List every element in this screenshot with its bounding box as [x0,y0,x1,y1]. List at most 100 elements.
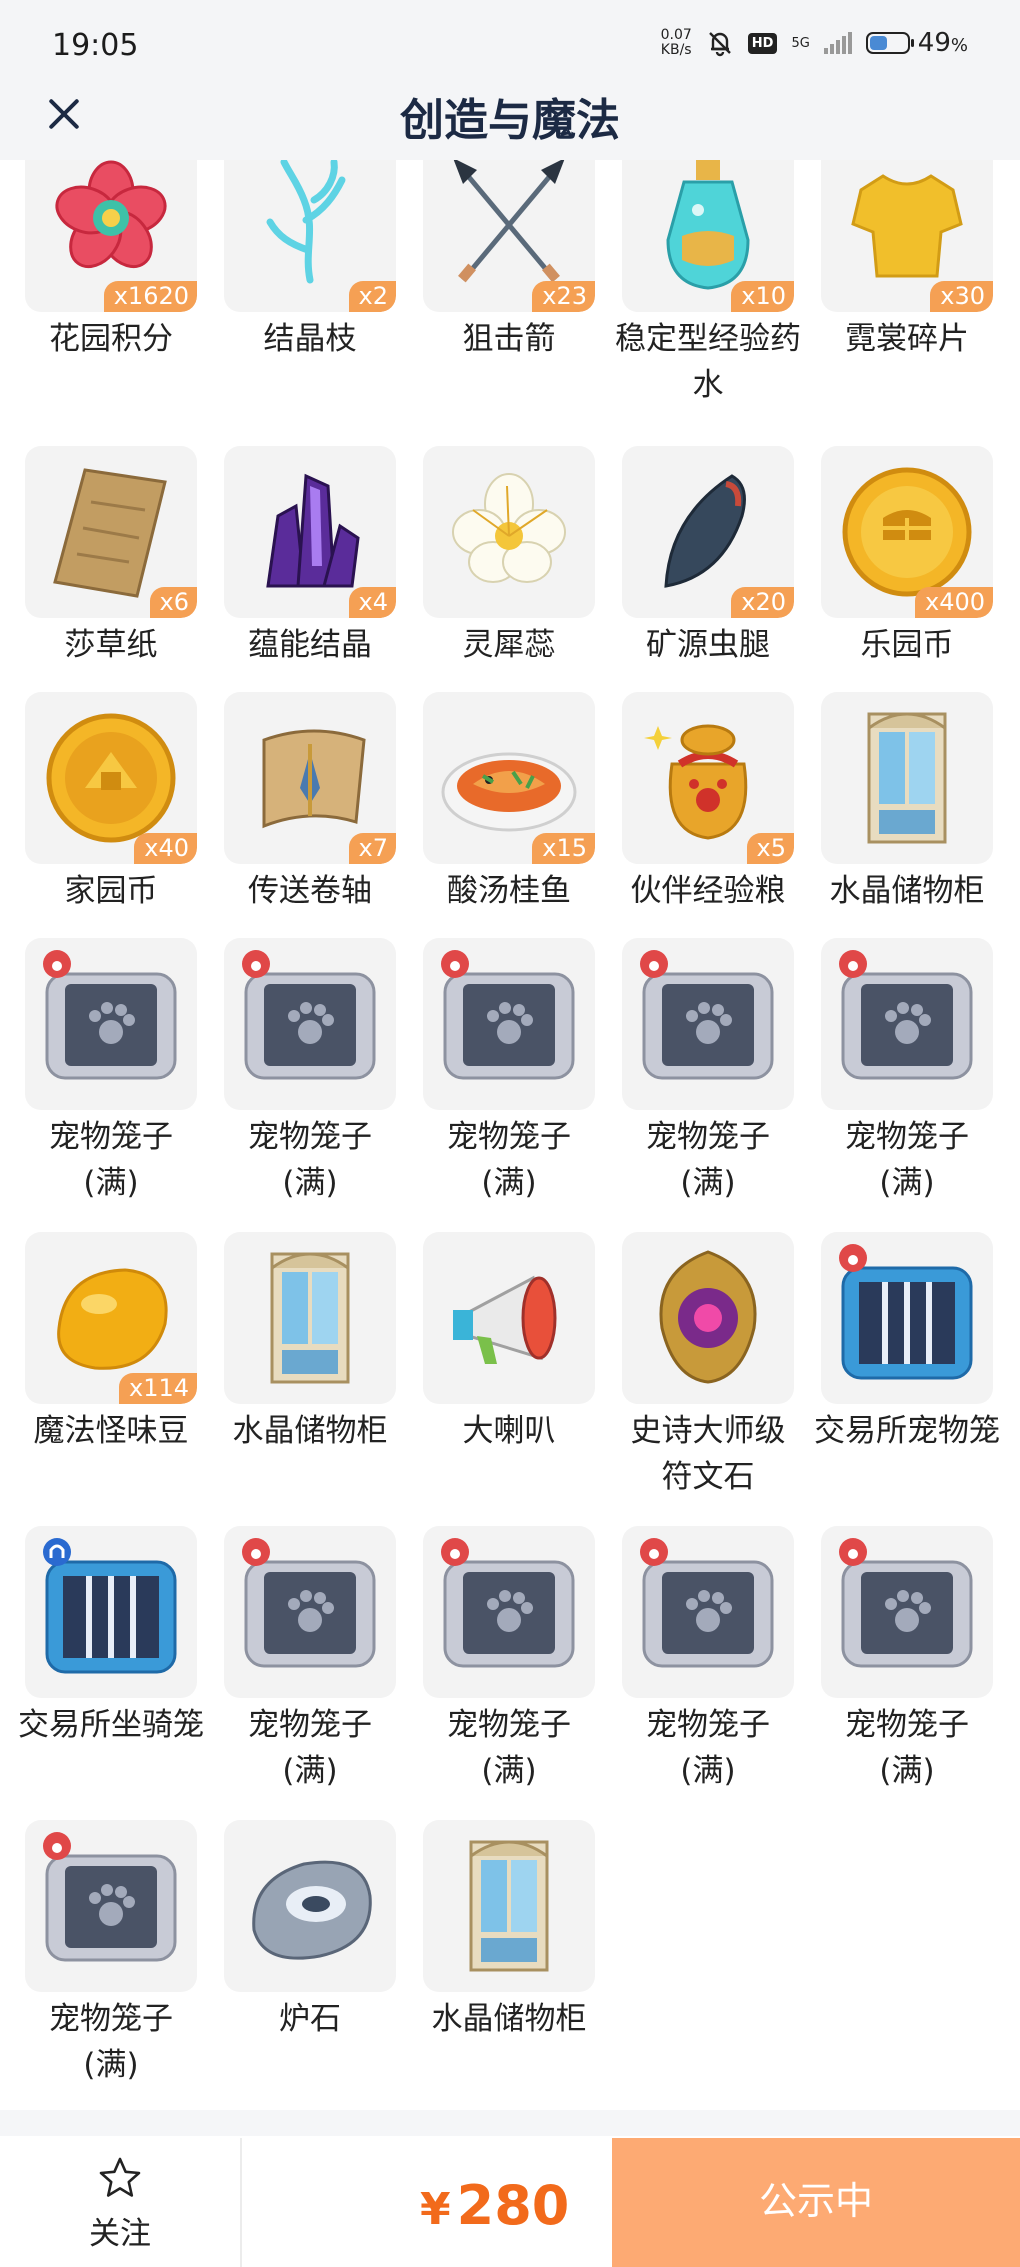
item-label: 宠物笼子 (满) [49,2001,173,2083]
item-thumbnail [622,1526,794,1698]
follow-button[interactable]: 关注 [0,2138,242,2267]
status-bar: 19:05 0.07 KB/s HD 5G 49% [0,0,1020,92]
item-label: 灵犀蕊 [462,627,556,663]
pet-cage-icon [839,1538,973,1668]
item-thumbnail [224,1526,396,1698]
item-thumbnail [25,1526,197,1698]
network-speed: 0.07 KB/s [661,28,692,58]
hd-badge: HD [747,32,778,54]
item-thumbnail: x15 [423,692,595,864]
item-quantity-badge: x30 [930,281,993,312]
item-label: 家园币 [64,873,158,909]
crystal-cabinet-icon [867,712,947,844]
price-value: 280 [456,2174,570,2237]
item-label: 宠物笼子 (满) [845,1707,969,1789]
price: ¥280 [420,2174,569,2237]
pet-cage-icon [43,1832,177,1962]
pet-cage-icon [242,950,376,1080]
item-thumbnail [423,446,595,618]
item-quantity-badge: x20 [731,587,794,618]
item-label: 结晶枝 [263,321,357,357]
hearthstone-icon [252,1860,372,1960]
item-thumbnail: x40 [25,692,197,864]
pet-cage-icon [441,950,575,1080]
item-thumbnail [423,1820,595,1992]
battery-unit: % [950,35,968,56]
item-label: 乐园币 [860,627,954,663]
item-label: 宠物笼子 (满) [447,1119,571,1201]
battery-indicator: 49% [865,28,968,58]
item-thumbnail: x400 [821,446,993,618]
item-quantity-badge: x1620 [103,281,197,312]
pet-cage-icon [640,950,774,1080]
battery-level-fill [869,36,888,50]
page-title: 创造与魔法 [400,95,620,146]
item-label: 宠物笼子 (满) [248,1707,372,1789]
megaphone-icon [453,1275,557,1364]
item-quantity-badge: x2 [348,281,396,312]
item-label: 水晶储物柜 [232,1413,388,1449]
signal-icon [823,32,852,54]
battery-icon [865,32,914,54]
pet-cage-icon [242,1538,376,1668]
item-thumbnail: x30 [821,140,993,312]
item-label: 宠物笼子 (满) [646,1707,770,1789]
item-thumbnail [821,1526,993,1698]
status-indicators: 0.07 KB/s HD 5G 49% [661,28,968,59]
item-quantity-badge: x23 [532,281,595,312]
item-label: 稳定型经验药 水 [615,321,801,403]
item-label: 宠物笼子 (满) [49,1119,173,1201]
price-symbol: ¥ [420,2184,451,2235]
item-label: 伙伴经验粮 [630,873,786,909]
item-thumbnail [423,938,595,1110]
item-label: 酸汤桂鱼 [447,873,571,909]
item-label: 霓裳碎片 [845,321,969,357]
item-thumbnail [821,938,993,1110]
status-time: 19:05 [52,28,139,63]
item-thumbnail: x2 [224,140,396,312]
item-thumbnail: x4 [224,446,396,618]
item-thumbnail [224,1820,396,1992]
white-flower-icon [452,473,566,583]
item-label: 矿源虫腿 [646,627,770,663]
trade-pet-cage-icon [839,1244,973,1380]
item-label: 史诗大师级 符文石 [630,1413,786,1495]
item-label: 魔法怪味豆 [33,1413,189,1449]
item-thumbnail: x20 [622,446,794,618]
bell-muted-icon [708,32,731,57]
status-button[interactable]: 公示中 [612,2138,1020,2267]
battery-percent: 49% [918,28,968,58]
item-label: 莎草纸 [64,627,158,663]
item-thumbnail [25,938,197,1110]
item-quantity-badge: x4 [348,587,396,618]
item-thumbnail [622,1232,794,1404]
star-icon [99,2157,141,2197]
item-label: 大喇叭 [462,1413,556,1449]
item-thumbnail: x1620 [25,140,197,312]
nav-bar: 创造与魔法 [0,80,1020,160]
item-thumbnail [25,1820,197,1992]
bottom-divider [0,2110,1020,2136]
crystal-cabinet-icon [270,1252,350,1384]
item-quantity-badge: x7 [348,833,396,864]
follow-label: 关注 [89,2216,151,2252]
item-thumbnail [423,1526,595,1698]
item-thumbnail: x10 [622,140,794,312]
item-label: 狙击箭 [462,321,556,357]
trade-mount-cage-icon [43,1538,177,1674]
item-quantity-badge: x40 [134,833,197,864]
item-thumbnail: x114 [25,1232,197,1404]
item-label: 炉石 [279,2001,341,2037]
item-label: 宠物笼子 (满) [646,1119,770,1201]
item-thumbnail: x7 [224,692,396,864]
top-bar: 19:05 0.07 KB/s HD 5G 49% 创造与魔法 [0,0,1020,160]
item-thumbnail: x5 [622,692,794,864]
network-type: 5G [791,35,810,51]
item-thumbnail: x23 [423,140,595,312]
item-thumbnail [224,1232,396,1404]
item-thumbnail [821,1232,993,1404]
network-speed-unit: KB/s [660,42,692,58]
item-label: 传送卷轴 [248,873,372,909]
item-quantity-badge: x5 [746,833,794,864]
bottom-bar: 关注 ¥280 公示中 [0,2138,1020,2267]
